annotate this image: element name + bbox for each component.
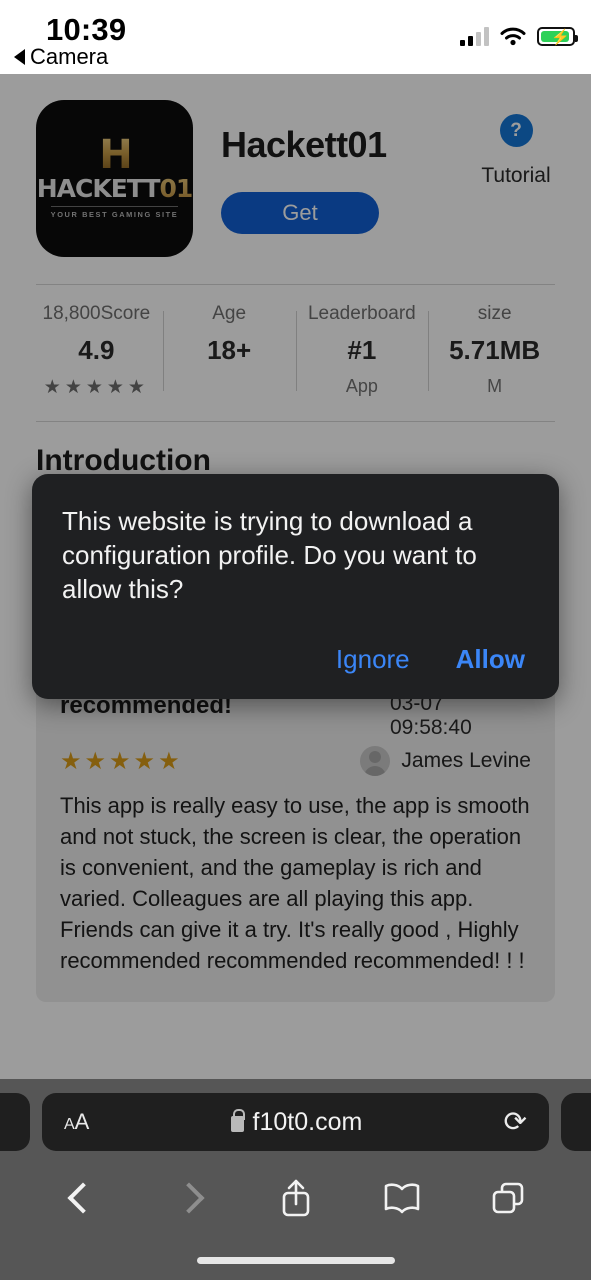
tab-strip: AA f10t0.com ⟳	[0, 1079, 591, 1155]
stat-leaderboard: Leaderboard #1 App	[295, 303, 429, 399]
app-header: H HACKETT01 YOUR BEST GAMING SITE Hacket…	[0, 74, 591, 284]
stat-score-stars: ★★★★★	[43, 377, 149, 398]
phone-screen: 10:39 Camera ⚡ H HACKETT01 YOUR BEST GAM…	[0, 0, 591, 1280]
back-button[interactable]	[30, 1182, 136, 1214]
review-author-name: James Levine	[401, 749, 531, 772]
stat-size: size 5.71MB M	[428, 303, 561, 399]
app-icon-monogram: H	[99, 132, 133, 178]
review-author: James Levine	[360, 746, 531, 776]
stats-divider	[36, 421, 555, 422]
chevron-left-icon	[67, 1182, 99, 1214]
url-text: f10t0.com	[252, 1107, 363, 1136]
back-to-app-link[interactable]: Camera	[14, 44, 108, 70]
stat-size-sub: M	[487, 376, 503, 396]
app-stats-row: 18,800Score 4.9 ★★★★★ Age 18+ Leaderboar…	[0, 285, 591, 407]
address-bar[interactable]: AA f10t0.com ⟳	[42, 1093, 549, 1151]
app-icon-wordmark-white: HACKETT	[36, 174, 161, 203]
app-icon: H HACKETT01 YOUR BEST GAMING SITE	[36, 100, 193, 257]
share-icon	[282, 1179, 309, 1217]
app-icon-wordmark-gold: 01	[159, 174, 193, 203]
dialog-message: This website is trying to download a con…	[62, 506, 477, 604]
next-tab[interactable]	[561, 1093, 591, 1151]
bookmarks-button[interactable]	[349, 1181, 455, 1215]
allow-button[interactable]: Allow	[456, 644, 525, 675]
previous-tab[interactable]	[0, 1093, 30, 1151]
stat-score: 18,800Score 4.9 ★★★★★	[30, 303, 163, 399]
ignore-button[interactable]: Ignore	[336, 644, 410, 675]
avatar	[360, 746, 391, 776]
reload-icon[interactable]: ⟳	[504, 1108, 527, 1136]
status-bar: 10:39 Camera ⚡	[0, 0, 591, 74]
review-stars: ★★★★★	[60, 747, 183, 775]
download-profile-dialog: This website is trying to download a con…	[32, 474, 559, 699]
forward-button[interactable]	[136, 1182, 242, 1214]
app-icon-wordmark: HACKETT01	[37, 176, 193, 202]
review-body: This app is really easy to use, the app …	[60, 793, 530, 973]
safari-browser-chrome: AA f10t0.com ⟳	[0, 1079, 591, 1280]
triangle-left-icon	[14, 49, 25, 65]
stat-leaderboard-value: #1	[347, 335, 377, 365]
home-indicator	[196, 1257, 395, 1264]
stat-leaderboard-sub: App	[345, 376, 378, 396]
stat-size-label: size	[477, 303, 512, 324]
tutorial-link[interactable]: ? Tutorial	[461, 114, 571, 188]
question-mark-icon: ?	[499, 114, 533, 147]
stat-age: Age 18+	[162, 303, 296, 399]
stat-age-value: 18+	[207, 335, 252, 365]
section-title: Introduction	[36, 444, 211, 477]
lock-icon	[230, 1108, 246, 1132]
app-icon-tagline: YOUR BEST GAMING SITE	[50, 206, 179, 219]
browser-toolbar	[0, 1155, 591, 1241]
tabs-button[interactable]	[455, 1180, 561, 1216]
stat-size-value: 5.71MB	[449, 335, 541, 365]
tabs-icon	[492, 1182, 524, 1214]
book-icon	[384, 1183, 420, 1214]
app-title: Hackett01	[221, 124, 387, 165]
cellular-signal-icon	[460, 26, 489, 46]
tutorial-label: Tutorial	[481, 164, 551, 187]
back-to-app-label: Camera	[30, 44, 109, 69]
get-button[interactable]: Get	[221, 192, 379, 234]
text-size-button[interactable]: AA	[64, 1109, 89, 1135]
wifi-icon	[500, 27, 526, 46]
battery-charging-icon: ⚡	[537, 26, 578, 46]
stat-age-label: Age	[212, 303, 247, 324]
stat-leaderboard-label: Leaderboard	[307, 303, 416, 324]
chevron-right-icon	[173, 1182, 205, 1214]
stat-score-label: 18,800Score	[42, 303, 151, 324]
share-button[interactable]	[242, 1177, 348, 1219]
status-time: 10:39	[46, 12, 127, 47]
stat-score-value: 4.9	[78, 335, 115, 365]
status-indicators: ⚡	[460, 26, 578, 46]
